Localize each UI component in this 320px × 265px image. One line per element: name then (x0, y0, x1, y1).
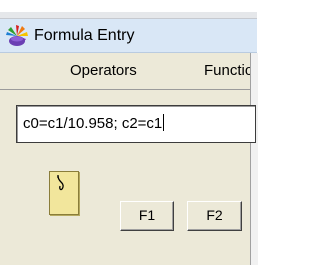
formula-panel: c0=c1/10.958; c2=c1 F1 F2 (0, 90, 256, 265)
text-caret (163, 114, 165, 131)
menu-functions[interactable]: Functio (204, 62, 250, 80)
title-bar[interactable]: Formula Entry (0, 19, 257, 53)
window-top-band (0, 12, 257, 19)
formula-text: c0=c1/10.958; c2=c1 (23, 115, 163, 132)
formula-input[interactable]: c0=c1/10.958; c2=c1 (16, 105, 256, 143)
f1-button[interactable]: F1 (120, 201, 174, 231)
menu-operators[interactable]: Operators (70, 62, 137, 80)
formula-entry-window: Formula Entry Operators Functio c0=c1/10… (0, 12, 258, 265)
f2-button[interactable]: F2 (187, 201, 242, 231)
menu-bar: Operators Functio (0, 53, 250, 90)
window-right-edge (250, 53, 258, 265)
window-title: Formula Entry (34, 27, 135, 44)
app-icon (5, 24, 29, 48)
sticky-note-icon[interactable] (49, 171, 79, 215)
